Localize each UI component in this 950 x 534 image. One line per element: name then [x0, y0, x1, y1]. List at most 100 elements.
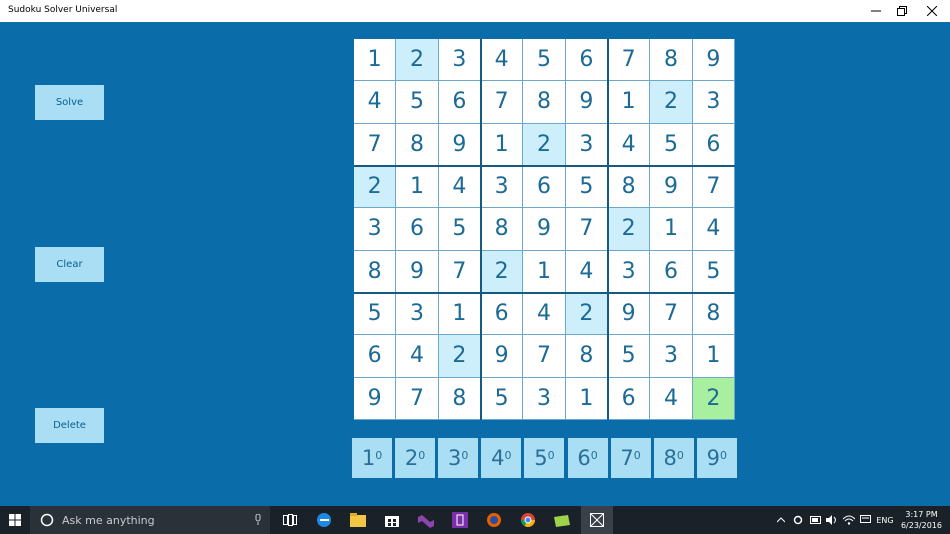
sudoku-cell[interactable]: 5 — [565, 166, 608, 209]
sudoku-cell[interactable]: 9 — [438, 123, 481, 166]
sudoku-cell[interactable]: 6 — [565, 39, 608, 82]
delete-button[interactable]: Delete — [35, 408, 104, 443]
search-box[interactable]: Ask me anything — [30, 506, 270, 534]
network-button[interactable] — [841, 506, 857, 534]
sudoku-cell[interactable]: 7 — [396, 377, 439, 420]
sudoku-cell[interactable]: 5 — [650, 123, 693, 166]
sudoku-cell[interactable]: 5 — [523, 39, 566, 82]
sudoku-cell[interactable]: 5 — [438, 208, 481, 251]
sudoku-cell[interactable]: 6 — [354, 335, 397, 378]
sudoku-cell[interactable]: 4 — [481, 39, 524, 82]
sudoku-cell[interactable]: 9 — [354, 377, 397, 420]
sudoku-cell[interactable]: 4 — [354, 81, 397, 124]
sudoku-cell[interactable]: 2 — [523, 123, 566, 166]
sudoku-cell[interactable]: 5 — [354, 293, 397, 336]
sudoku-cell[interactable]: 2 — [650, 81, 693, 124]
edge-button[interactable] — [311, 506, 337, 534]
sudoku-cell[interactable]: 3 — [650, 335, 693, 378]
sudoku-cell[interactable]: 2 — [481, 250, 524, 293]
sudoku-cell[interactable]: 8 — [608, 166, 651, 209]
sudoku-cell[interactable]: 4 — [438, 166, 481, 209]
sudoku-cell[interactable]: 7 — [523, 335, 566, 378]
sudoku-cell[interactable]: 4 — [692, 208, 735, 251]
sudoku-cell[interactable]: 4 — [396, 335, 439, 378]
app-button[interactable] — [447, 506, 473, 534]
sudoku-cell[interactable]: 3 — [565, 123, 608, 166]
sudoku-cell[interactable]: 5 — [692, 250, 735, 293]
sudoku-cell[interactable]: 1 — [692, 335, 735, 378]
sudoku-cell[interactable]: 2 — [354, 166, 397, 209]
start-button[interactable] — [0, 506, 30, 534]
sudoku-cell[interactable]: 9 — [608, 293, 651, 336]
number-button-4[interactable]: 40 — [481, 438, 522, 478]
sudoku-cell[interactable]: 9 — [565, 81, 608, 124]
sudoku-cell[interactable]: 1 — [354, 39, 397, 82]
sudoku-cell[interactable]: 3 — [396, 293, 439, 336]
sudoku-cell[interactable]: 8 — [354, 250, 397, 293]
sudoku-cell[interactable]: 1 — [608, 81, 651, 124]
sudoku-cell[interactable]: 7 — [438, 250, 481, 293]
sudoku-cell[interactable]: 8 — [523, 81, 566, 124]
chrome-button[interactable] — [515, 506, 541, 534]
sudoku-cell[interactable]: 6 — [438, 81, 481, 124]
sudoku-cell[interactable]: 3 — [354, 208, 397, 251]
sudoku-cell[interactable]: 4 — [523, 293, 566, 336]
store-button[interactable] — [379, 506, 405, 534]
number-button-2[interactable]: 20 — [395, 438, 436, 478]
file-explorer-button[interactable] — [345, 506, 371, 534]
sudoku-cell[interactable]: 6 — [692, 123, 735, 166]
action-center-button[interactable] — [857, 506, 873, 534]
number-button-7[interactable]: 70 — [610, 438, 651, 478]
sudoku-cell[interactable]: 2 — [438, 335, 481, 378]
volume-button[interactable] — [824, 506, 840, 534]
sudoku-cell[interactable]: 9 — [650, 166, 693, 209]
sudoku-cell[interactable]: 9 — [692, 39, 735, 82]
sudoku-cell[interactable]: 5 — [481, 377, 524, 420]
number-button-1[interactable]: 10 — [352, 438, 392, 478]
folder-button[interactable] — [549, 506, 575, 534]
sudoku-cell[interactable]: 1 — [523, 250, 566, 293]
sudoku-app-taskbar-button[interactable] — [581, 506, 613, 534]
language-indicator[interactable]: ENG — [874, 506, 896, 534]
sudoku-cell[interactable]: 3 — [608, 250, 651, 293]
sudoku-cell[interactable]: 2 — [692, 377, 735, 420]
sudoku-cell[interactable]: 7 — [608, 39, 651, 82]
sudoku-cell[interactable]: 3 — [692, 81, 735, 124]
sudoku-cell[interactable]: 8 — [565, 335, 608, 378]
sudoku-cell[interactable]: 1 — [438, 293, 481, 336]
sudoku-cell[interactable]: 2 — [608, 208, 651, 251]
sudoku-cell[interactable]: 7 — [481, 81, 524, 124]
sudoku-cell[interactable]: 7 — [692, 166, 735, 209]
sudoku-cell[interactable]: 4 — [650, 377, 693, 420]
sudoku-cell[interactable]: 7 — [650, 293, 693, 336]
sudoku-cell[interactable]: 7 — [354, 123, 397, 166]
close-button[interactable] — [914, 0, 950, 22]
sudoku-cell[interactable]: 4 — [608, 123, 651, 166]
sudoku-cell[interactable]: 6 — [396, 208, 439, 251]
sudoku-cell[interactable]: 6 — [523, 166, 566, 209]
sudoku-cell[interactable]: 8 — [438, 377, 481, 420]
sudoku-cell[interactable]: 2 — [396, 39, 439, 82]
sudoku-cell[interactable]: 8 — [396, 123, 439, 166]
sudoku-cell[interactable]: 7 — [565, 208, 608, 251]
sudoku-cell[interactable]: 8 — [650, 39, 693, 82]
number-button-6[interactable]: 60 — [567, 438, 608, 478]
number-button-5[interactable]: 50 — [524, 438, 565, 478]
sudoku-cell[interactable]: 4 — [565, 250, 608, 293]
clear-button[interactable]: Clear — [35, 247, 104, 282]
sudoku-cell[interactable]: 3 — [523, 377, 566, 420]
show-hidden-icons-button[interactable] — [774, 506, 788, 534]
sudoku-cell[interactable]: 5 — [608, 335, 651, 378]
number-button-3[interactable]: 30 — [438, 438, 479, 478]
sudoku-cell[interactable]: 6 — [481, 293, 524, 336]
visual-studio-button[interactable] — [413, 506, 439, 534]
sudoku-cell[interactable]: 3 — [481, 166, 524, 209]
sudoku-cell[interactable]: 9 — [396, 250, 439, 293]
sudoku-cell[interactable]: 9 — [481, 335, 524, 378]
sudoku-cell[interactable]: 1 — [481, 123, 524, 166]
number-button-8[interactable]: 80 — [653, 438, 694, 478]
sudoku-cell[interactable]: 6 — [650, 250, 693, 293]
firefox-button[interactable] — [481, 506, 507, 534]
sudoku-cell[interactable]: 8 — [692, 293, 735, 336]
sudoku-cell[interactable]: 2 — [565, 293, 608, 336]
